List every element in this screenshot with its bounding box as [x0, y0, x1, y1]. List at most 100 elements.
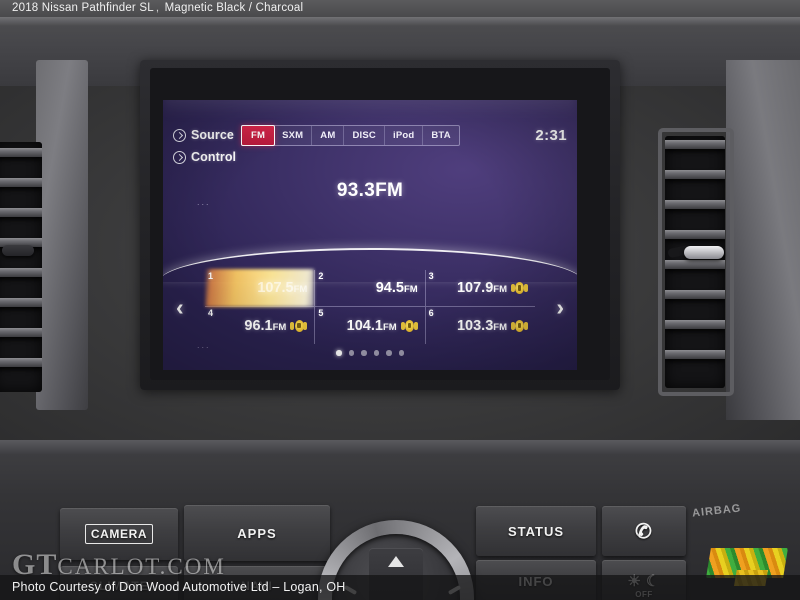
vent-slat — [665, 260, 725, 269]
source-bar: Source FM SXM AM DISC iPod BTA 2:31 — [163, 122, 577, 148]
preset-button-2[interactable]: 2 94.5FM — [315, 270, 426, 306]
hd-radio-icon — [510, 282, 528, 295]
preset-number: 3 — [428, 271, 434, 281]
source-item-label: BTA — [431, 129, 451, 141]
preset-number: 1 — [208, 271, 214, 281]
source-item-am[interactable]: AM — [312, 125, 345, 145]
preset-number: 2 — [318, 271, 324, 281]
dash-trim-right — [726, 60, 800, 420]
preset-frequency: 103.3FM — [457, 318, 507, 334]
chevron-up-icon[interactable] — [388, 556, 404, 567]
preset-frequency-value: 94.5 — [375, 280, 404, 296]
title-separator: , — [155, 2, 160, 14]
vent-slat — [665, 320, 725, 329]
source-item-disc[interactable]: DISC — [344, 125, 385, 145]
preset-frequency: 94.5FM — [376, 280, 418, 296]
vent-slat — [0, 328, 42, 337]
preset-frequency-suffix: FM — [403, 284, 418, 295]
preset-frequency-suffix: FM — [493, 321, 507, 333]
vent-slat — [0, 178, 42, 187]
preset-button-6[interactable]: 6 103.3FM — [426, 307, 535, 344]
preset-row-top: 1 107.5FM 2 94.5FM 3 107.9FM — [205, 269, 535, 307]
preset-frequency-suffix: FM — [493, 284, 507, 295]
preset-frequency: 104.1FM — [347, 318, 397, 334]
chevron-right-circle-icon — [173, 150, 186, 164]
console-lip — [0, 440, 800, 454]
preset-row-bottom: 4 96.1FM 5 104.1FM 6 103.3FM — [205, 307, 535, 344]
preset-frequency: 107.9FM — [457, 280, 507, 296]
clock: 2:31 — [535, 126, 567, 144]
source-item-label: FM — [250, 129, 266, 141]
pagination-dot[interactable] — [386, 350, 392, 356]
preset-frequency: 107.5FM — [257, 280, 307, 296]
status-button-label: STATUS — [507, 523, 565, 539]
chevron-right-icon[interactable]: › — [556, 296, 564, 319]
pagination-dot[interactable] — [373, 350, 379, 356]
source-selector[interactable]: FM SXM AM DISC iPod BTA — [240, 124, 460, 146]
preset-frequency-value: 96.1 — [244, 317, 273, 334]
pagination-dot[interactable] — [398, 350, 404, 356]
dash-top-highlight — [0, 16, 800, 26]
source-button[interactable]: Source — [173, 128, 234, 142]
dash-trim-left — [36, 60, 88, 410]
preset-frequency: 96.1FM — [244, 318, 286, 334]
hd-radio-icon — [290, 319, 308, 332]
preset-frequency-suffix: FM — [293, 284, 308, 295]
preset-number: 5 — [318, 308, 324, 318]
photo-credit-caption: Photo Courtesy of Don Wood Automotive Lt… — [0, 575, 800, 600]
vehicle-dashboard-photo: Source FM SXM AM DISC iPod BTA 2:31 Cont… — [0, 0, 800, 600]
vehicle-title: 2018 Nissan Pathfinder SL — [12, 2, 154, 14]
source-item-bta[interactable]: BTA — [423, 126, 458, 145]
pagination-dot[interactable] — [348, 350, 354, 356]
apps-button-label: APPS — [237, 525, 277, 541]
source-label: Source — [191, 128, 234, 142]
air-vent-left — [0, 142, 42, 392]
vent-slat — [665, 350, 725, 359]
vent-slat — [0, 358, 42, 367]
source-item-label: AM — [320, 129, 336, 141]
status-button[interactable]: STATUS — [476, 506, 596, 556]
hd-radio-icon — [510, 319, 528, 332]
phone-button[interactable]: ✆ — [602, 506, 686, 556]
source-item-label: DISC — [352, 129, 376, 141]
preset-frequency-value: 107.5 — [257, 280, 294, 296]
vent-slat — [665, 200, 725, 209]
chevron-right-circle-icon — [173, 128, 186, 142]
preset-pagination[interactable] — [163, 350, 577, 356]
preset-frequency-value: 104.1 — [346, 317, 383, 334]
screen-glare — [163, 100, 577, 116]
pagination-dot[interactable] — [361, 350, 367, 356]
preset-button-3[interactable]: 3 107.9FM — [426, 270, 535, 306]
vent-slat — [665, 230, 725, 239]
vent-slat — [0, 268, 42, 277]
chevron-left-icon[interactable]: ‹ — [176, 296, 184, 319]
source-item-label: SXM — [282, 129, 304, 141]
preset-button-4[interactable]: 4 96.1FM — [205, 307, 316, 344]
signal-dots-upper: ... — [197, 197, 211, 207]
preset-button-1[interactable]: 1 107.5FM — [205, 269, 316, 307]
vent-slat — [665, 290, 725, 299]
vent-adjuster-right[interactable] — [684, 246, 724, 259]
preset-frequency-suffix: FM — [272, 321, 287, 333]
preset-grid: 1 107.5FM 2 94.5FM 3 107.9FM 4 96.1FM 5 … — [205, 269, 535, 345]
pagination-dot[interactable] — [336, 350, 342, 356]
photo-credit-text: Photo Courtesy of Don Wood Automotive Lt… — [12, 580, 346, 594]
source-item-label: iPod — [392, 129, 415, 141]
preset-button-5[interactable]: 5 104.1FM — [315, 307, 426, 344]
source-item-ipod[interactable]: iPod — [385, 125, 424, 145]
preset-number: 6 — [428, 308, 434, 318]
vent-adjuster-left[interactable] — [2, 245, 34, 256]
vent-slat — [665, 140, 725, 149]
vent-slat — [0, 148, 42, 157]
source-item-sxm[interactable]: SXM — [274, 125, 313, 145]
vent-slat — [0, 208, 42, 217]
vehicle-title-bar: 2018 Nissan Pathfinder SL, Magnetic Blac… — [0, 0, 800, 17]
phone-handset-icon: ✆ — [633, 519, 655, 544]
control-button[interactable]: Control — [173, 150, 236, 164]
vent-slat — [0, 298, 42, 307]
current-frequency: 93.3FM — [336, 180, 404, 201]
air-vent-right — [665, 136, 725, 388]
vehicle-colors: Magnetic Black / Charcoal — [164, 2, 304, 14]
infotainment-display[interactable]: Source FM SXM AM DISC iPod BTA 2:31 Cont… — [163, 100, 577, 370]
source-item-fm[interactable]: FM — [240, 124, 276, 146]
